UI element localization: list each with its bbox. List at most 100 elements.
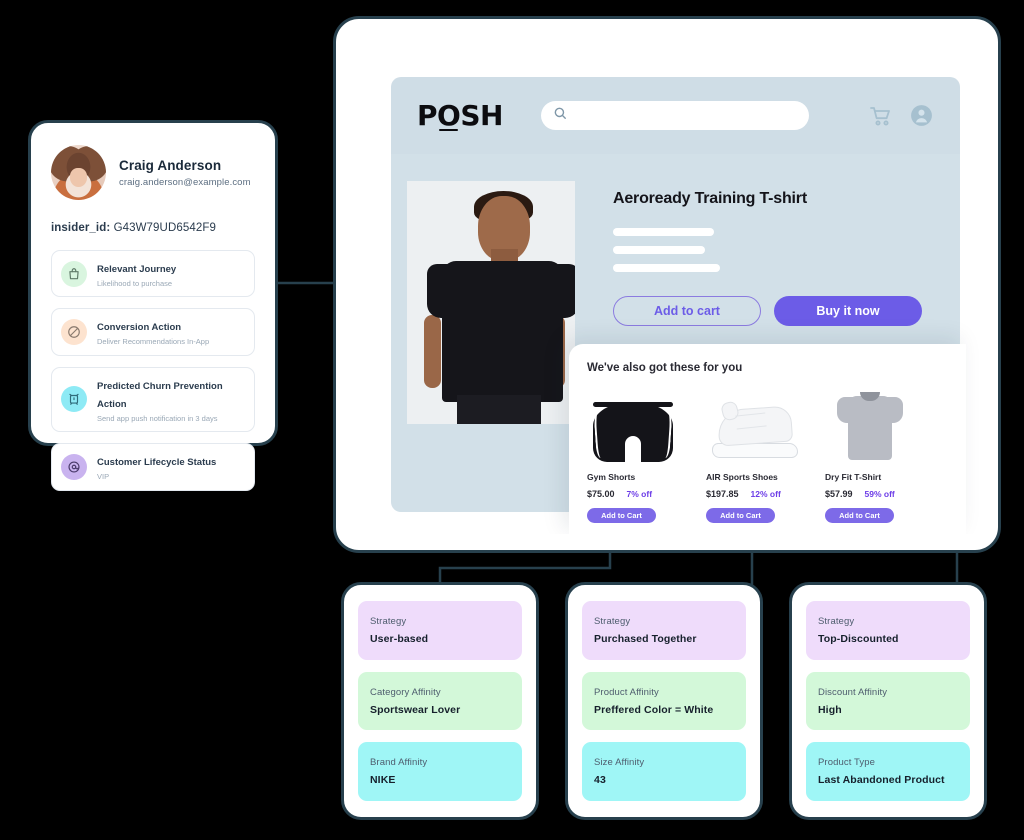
tile-value: Top-Discounted	[818, 632, 899, 645]
search-icon	[553, 106, 567, 125]
tile-label: Size Affinity	[594, 757, 645, 769]
attribute-card-relevant-journey[interactable]: Relevant Journey Likelihood to purchase	[51, 250, 255, 298]
tile-value: High	[818, 703, 842, 716]
recommendation-add-to-cart-button[interactable]: Add to Cart	[706, 508, 775, 523]
gym-shorts-image	[593, 396, 673, 462]
attribute-title: Relevant Journey	[97, 264, 177, 275]
profile-header: Craig Anderson craig.anderson@example.co…	[51, 145, 255, 200]
dry-fit-tshirt-image	[837, 390, 903, 462]
attribute-title: Predicted Churn Prevention Action	[97, 380, 223, 410]
recommendation-price-row: $75.00 7% off	[587, 489, 696, 499]
tile-label: Strategy	[594, 615, 631, 627]
posh-logo[interactable]: P O SH	[417, 99, 503, 132]
attribute-list: Relevant Journey Likelihood to purchase …	[51, 250, 255, 491]
product-thumbnail	[825, 386, 934, 462]
recommendation-item[interactable]: Gym Shorts $75.00 7% off Add to Cart	[587, 386, 706, 523]
strategy-card-user-based: Strategy User-based Category Affinity Sp…	[341, 582, 539, 820]
add-to-cart-button[interactable]: Add to cart	[613, 296, 761, 326]
profile-email: craig.anderson@example.com	[119, 177, 251, 189]
strategy-tile: Strategy Purchased Together	[582, 601, 746, 660]
strategy-tile: Strategy User-based	[358, 601, 522, 660]
storefront-browser-panel: P O SH Aeroready Training T-shirt Add to…	[333, 16, 1001, 553]
product-cta-row: Add to cart Buy it now	[613, 296, 942, 326]
tile-value: Last Abandoned Product	[818, 774, 945, 787]
attribute-title: Conversion Action	[97, 322, 182, 334]
recommendation-add-to-cart-button[interactable]: Add to Cart	[825, 508, 894, 523]
recommendation-name: Gym Shorts	[587, 472, 636, 482]
recommendation-discount: 7% off	[626, 489, 653, 499]
recommendation-price: $57.99	[825, 489, 853, 499]
logo-text-pre: P	[417, 99, 438, 132]
attribute-subtitle: Send app push notification in 3 days	[97, 413, 218, 423]
strategy-tile: Category Affinity Sportswear Lover	[358, 671, 522, 731]
attribute-subtitle: Likelihood to purchase	[97, 279, 173, 288]
product-hero-image	[407, 181, 575, 424]
recommendation-discount: 12% off	[750, 489, 781, 499]
attribute-card-churn-prevention[interactable]: Predicted Churn Prevention Action Send a…	[51, 366, 255, 433]
product-description-placeholder	[613, 228, 942, 272]
avatar	[51, 145, 106, 200]
tile-label: Product Affinity	[594, 686, 659, 698]
insider-id-row: insider_id: G43W79UD6542F9	[51, 222, 255, 234]
user-account-icon[interactable]	[909, 103, 934, 128]
shopping-cart-icon[interactable]	[869, 104, 893, 128]
recommendation-item[interactable]: AIR Sports Shoes $197.85 12% off Add to …	[706, 386, 825, 523]
strategy-tile: Discount Affinity High	[806, 671, 970, 731]
strategy-tile: Strategy Top-Discounted	[806, 601, 970, 660]
tile-label: Category Affinity	[370, 686, 441, 698]
tile-label: Brand Affinity	[370, 757, 428, 769]
search-input[interactable]	[572, 109, 797, 122]
tile-value: Purchased Together	[594, 632, 697, 645]
header-icon-group	[869, 103, 934, 128]
attribute-card-conversion-action[interactable]: Conversion Action Deliver Recommendation…	[51, 308, 255, 356]
at-badge-icon	[61, 453, 87, 480]
customer-profile-panel: Craig Anderson craig.anderson@example.co…	[28, 120, 278, 491]
alarm-clock-icon	[61, 386, 87, 413]
strategy-tile: Brand Affinity NIKE	[358, 742, 522, 802]
recommendation-price: $197.85	[706, 489, 739, 499]
strategy-tile: Product Type Last Abandoned Product	[806, 742, 970, 802]
model-illustration	[407, 181, 575, 424]
logo-letter-o: O	[437, 99, 461, 132]
profile-name: Craig Anderson	[119, 157, 222, 173]
tile-label: Discount Affinity	[818, 686, 888, 698]
attribute-subtitle: Deliver Recommendations In-App	[97, 337, 210, 347]
sports-shoe-image	[710, 400, 802, 462]
strategy-card-top-discounted: Strategy Top-Discounted Discount Affinit…	[789, 582, 987, 820]
tile-label: Strategy	[818, 615, 855, 627]
buy-it-now-button[interactable]: Buy it now	[774, 296, 922, 326]
insider-id-value: G43W79UD6542F9	[113, 222, 216, 234]
recommendation-price: $75.00	[587, 489, 615, 499]
recommendation-add-to-cart-button[interactable]: Add to Cart	[587, 508, 656, 523]
recommendations-panel: We've also got these for you Gym Shorts	[569, 344, 966, 534]
tile-value: Sportswear Lover	[370, 703, 461, 716]
attribute-subtitle: VIP	[97, 472, 110, 482]
product-info: Aeroready Training T-shirt Add to cart B…	[613, 190, 942, 326]
recommendation-name: Dry Fit T-Shirt	[825, 472, 882, 482]
tile-label: Strategy	[370, 615, 407, 627]
product-title: Aeroready Training T-shirt	[613, 190, 807, 207]
tile-value: 43	[594, 774, 606, 787]
logo-text-post: SH	[460, 99, 503, 132]
attribute-title: Customer Lifecycle Status	[97, 457, 217, 469]
tile-value: User-based	[370, 632, 429, 645]
insider-id-label: insider_id:	[51, 222, 111, 234]
diagram-stage: Craig Anderson craig.anderson@example.co…	[0, 0, 1024, 840]
recommendation-discount: 59% off	[864, 489, 895, 499]
strategy-card-purchased-together: Strategy Purchased Together Product Affi…	[565, 582, 763, 820]
shopping-bag-icon	[61, 260, 87, 287]
strategy-tile: Product Affinity Preffered Color = White	[582, 671, 746, 731]
product-thumbnail	[706, 386, 815, 462]
tile-label: Product Type	[818, 757, 876, 769]
recommendation-price-row: $57.99 59% off	[825, 489, 934, 499]
strategy-tile: Size Affinity 43	[582, 742, 746, 802]
shop-body: Aeroready Training T-shirt Add to cart B…	[391, 154, 966, 534]
recommendation-item[interactable]: Dry Fit T-Shirt $57.99 59% off Add to Ca…	[825, 386, 944, 523]
recommendation-price-row: $197.85 12% off	[706, 489, 815, 499]
search-bar[interactable]	[540, 101, 809, 130]
shop-header: P O SH	[391, 77, 960, 154]
tile-value: NIKE	[370, 774, 396, 787]
attribute-card-lifecycle-status[interactable]: Customer Lifecycle Status VIP	[51, 443, 255, 491]
product-thumbnail	[587, 386, 696, 462]
no-entry-icon	[61, 319, 87, 346]
